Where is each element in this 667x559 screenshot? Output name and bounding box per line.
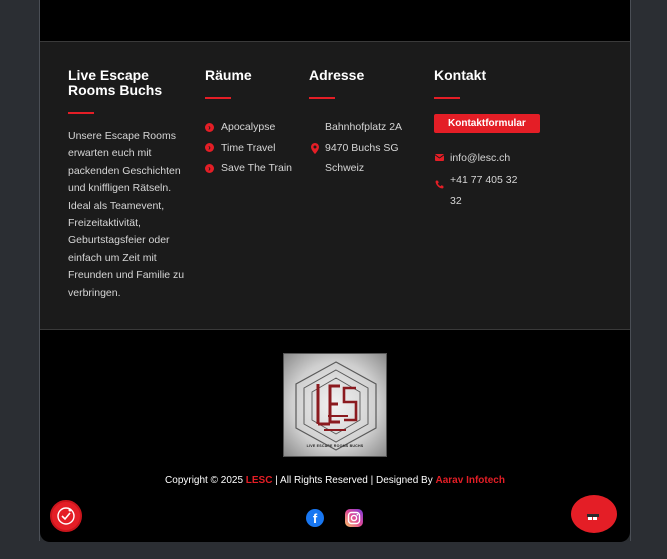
address-city: 9470 Buchs SG bbox=[325, 141, 399, 154]
footer-address-column: Adresse Bahnhofplatz 2A 9470 Buchs SG Sc… bbox=[309, 68, 419, 179]
email-text: info@lesc.ch bbox=[450, 152, 511, 164]
contact-email[interactable]: info@lesc.ch bbox=[434, 151, 544, 165]
chevron-right-icon: › bbox=[205, 122, 214, 132]
address-street: Bahnhofplatz 2A bbox=[325, 121, 403, 133]
about-text: Unsere Escape Rooms erwarten euch mit pa… bbox=[68, 130, 185, 299]
facebook-icon[interactable]: f bbox=[306, 509, 324, 527]
contact-phone[interactable]: +41 77 405 32 32 bbox=[434, 170, 529, 212]
rooms-list: › Apocalypse › Time Travel › Save The Tr… bbox=[205, 117, 305, 179]
accessibility-icon bbox=[57, 507, 75, 525]
room-link-label: Time Travel bbox=[221, 141, 276, 154]
address-country: Schweiz bbox=[325, 162, 365, 174]
designer-link[interactable]: Aarav Infotech bbox=[436, 475, 505, 486]
site-footer: Live Escape Rooms Buchs Unsere Escape Ro… bbox=[40, 42, 630, 330]
phone-text: +41 77 405 32 32 bbox=[450, 174, 518, 207]
device-bezel-left bbox=[0, 0, 40, 559]
heading-underline bbox=[68, 112, 94, 114]
lesc-logo: LIVE ESCAPE ROOMS BUCHS bbox=[283, 353, 387, 457]
address-title: Adresse bbox=[309, 67, 365, 83]
content-section-end bbox=[40, 0, 630, 42]
footer-about-column: Live Escape Rooms Buchs Unsere Escape Ro… bbox=[68, 68, 193, 302]
map-pin-icon bbox=[311, 142, 319, 163]
room-link-label: Save The Train bbox=[221, 162, 293, 175]
page-viewport: Live Escape Rooms Buchs Unsere Escape Ro… bbox=[40, 0, 630, 542]
room-link-apocalypse[interactable]: › Apocalypse bbox=[205, 117, 305, 138]
room-link-time-travel[interactable]: › Time Travel bbox=[205, 138, 305, 159]
copyright-prefix: Copyright © 2025 bbox=[165, 475, 246, 486]
room-link-label: Apocalypse bbox=[221, 121, 276, 134]
device-bezel-bottom bbox=[0, 541, 667, 559]
rooms-title: Räume bbox=[205, 67, 252, 83]
heading-underline bbox=[434, 97, 460, 99]
phone-icon bbox=[435, 176, 444, 197]
room-link-save-the-train[interactable]: › Save The Train bbox=[205, 158, 305, 179]
chevron-right-icon: › bbox=[205, 143, 214, 153]
instagram-icon[interactable] bbox=[345, 509, 363, 527]
accessibility-button[interactable] bbox=[50, 500, 82, 532]
copyright-middle: | All Rights Reserved | Designed By bbox=[272, 475, 436, 486]
envelope-icon bbox=[434, 151, 445, 165]
about-title: Live Escape Rooms Buchs bbox=[68, 67, 163, 98]
copyright-line: Copyright © 2025 LESC | All Rights Reser… bbox=[40, 475, 630, 486]
chevron-right-icon: › bbox=[205, 163, 214, 173]
contact-title: Kontakt bbox=[434, 67, 487, 83]
footer-rooms-column: Räume › Apocalypse › Time Travel › Save … bbox=[205, 68, 305, 179]
heading-underline bbox=[205, 97, 231, 99]
chat-icon bbox=[587, 514, 599, 520]
heading-underline bbox=[309, 97, 335, 99]
maze-hexagon-logo-graphic bbox=[295, 361, 377, 451]
device-bezel-right bbox=[630, 0, 667, 559]
address-block: Bahnhofplatz 2A 9470 Buchs SG Schweiz bbox=[309, 117, 419, 179]
contact-form-button[interactable]: Kontaktformular bbox=[434, 114, 540, 133]
copyright-brand-link[interactable]: LESC bbox=[246, 475, 273, 486]
footer-contact-column: Kontakt Kontaktformular info@lesc.ch +41… bbox=[434, 68, 544, 212]
logo-caption: LIVE ESCAPE ROOMS BUCHS bbox=[306, 444, 364, 448]
chat-button[interactable] bbox=[571, 495, 617, 533]
device-frame: Live Escape Rooms Buchs Unsere Escape Ro… bbox=[0, 0, 667, 559]
